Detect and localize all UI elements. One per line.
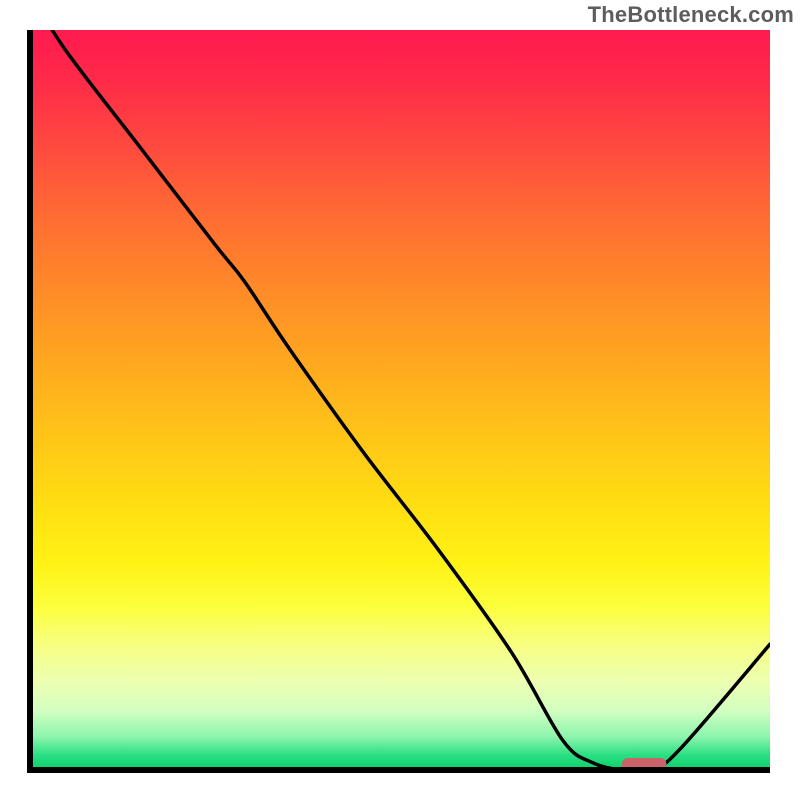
plot-background — [30, 30, 770, 770]
watermark-label: TheBottleneck.com — [588, 2, 794, 28]
bottleneck-chart — [0, 0, 800, 800]
chart-container: { "watermark": "TheBottleneck.com", "cha… — [0, 0, 800, 800]
